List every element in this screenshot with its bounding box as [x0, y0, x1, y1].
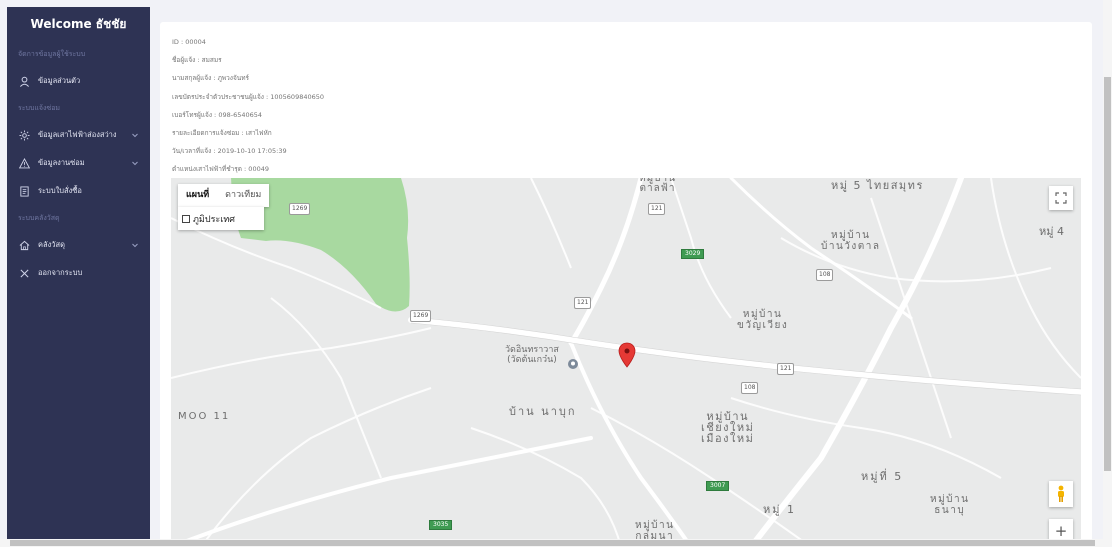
home-icon: [18, 239, 30, 251]
section-user-management: จัดการข้อมูลผู้ใช้ระบบ: [18, 50, 86, 58]
user-icon: [18, 75, 30, 87]
vertical-scrollbar[interactable]: [1103, 0, 1112, 547]
road-shield: 1269: [410, 310, 432, 322]
welcome-title: Welcome ธัชชัย: [30, 17, 127, 31]
temple-poi-icon: [568, 359, 578, 369]
close-icon: [18, 267, 30, 279]
reporter-phone: เบอร์โทรผู้แจ้ง : 098-6540654: [172, 110, 263, 119]
road-shield: 1269: [289, 203, 311, 215]
map-label-village-kwanwiang: หมู่บ้าน ขวัญเวียง: [737, 309, 789, 331]
sidebar-item-warehouse[interactable]: คลังวัสดุ: [7, 238, 150, 252]
horizontal-scrollbar[interactable]: [0, 539, 1103, 547]
sidebar-item-label: ข้อมูลเสาไฟฟ้าส่องสว่าง: [38, 130, 117, 139]
terrain-label: ภูมิประเทศ: [193, 214, 235, 225]
street-view-pegman[interactable]: [1049, 481, 1073, 507]
sidebar-item-label: ออกจากระบบ: [38, 268, 83, 277]
fullscreen-icon: [1055, 192, 1067, 204]
sidebar-item-profile[interactable]: ข้อมูลส่วนตัว: [7, 74, 150, 88]
map-type-control: แผนที่ ดาวเทียม: [178, 184, 270, 207]
chevron-down-icon: [131, 241, 139, 249]
map-label-ban-nabuk: บ้าน นาบุก: [509, 405, 577, 418]
chevron-down-icon: [131, 131, 139, 139]
map-label-village-thanabu: หมู่บ้าน ธนาบุ: [930, 494, 970, 516]
location-marker: [618, 342, 636, 368]
map-type-satellite-button[interactable]: ดาวเทียม: [217, 184, 269, 207]
pegman-icon: [1058, 485, 1064, 502]
sidebar-item-light-poles[interactable]: ข้อมูลเสาไฟฟ้าส่องสว่าง: [7, 128, 150, 142]
reporter-citizen-id: เลขบัตรประจำตัวประชาชนผู้แจ้ง : 10056098…: [172, 92, 325, 101]
vertical-scroll-thumb[interactable]: [1104, 77, 1111, 471]
repair-description: รายละเอียดการแจ้งซ่อม : เสาไฟหัก: [172, 128, 272, 137]
sidebar: Welcome ธัชชัย จัดการข้อมูลผู้ใช้ระบบ ข้…: [7, 7, 150, 539]
map-label-moo5-thaisamut: หมู่ 5 ไทยสมุทร: [831, 179, 924, 192]
reporter-name: ชื่อผู้แจ้ง : สมสมร: [172, 56, 222, 65]
sidebar-item-repair-jobs[interactable]: ข้อมูลงานซ่อม: [7, 156, 150, 170]
report-datetime: วัน/เวลาที่แจ้ง : 2019-10-10 17:05:39: [172, 147, 287, 156]
road-shield: 121: [648, 203, 666, 215]
road-shield: 108: [816, 269, 834, 281]
map-label-moo-thi-5: หมู่ที่ 5: [861, 470, 904, 483]
document-icon: [18, 185, 30, 197]
highway-shield: 3035: [429, 520, 453, 530]
horizontal-scroll-thumb[interactable]: [10, 540, 1095, 546]
fullscreen-button[interactable]: [1049, 186, 1073, 210]
map-type-map-button[interactable]: แผนที่: [178, 184, 217, 207]
map-label-moo1: หมู่ 1: [763, 503, 796, 516]
sidebar-item-logout[interactable]: ออกจากระบบ: [7, 266, 150, 280]
map-view[interactable]: หมู่บ้าน ตาลฟ้า หมู่ 5 ไทยสมุทร หมู่ 4 ห…: [171, 178, 1081, 547]
repair-info: ID : 00004 ชื่อผู้แจ้ง : สมสมร นามสกุลผู…: [172, 33, 324, 179]
map-label-moo4: หมู่ 4: [1039, 225, 1064, 238]
map-label-village-chiangmai-mueangmai: หมู่บ้าน เชียงใหม่ เมืองใหม่: [701, 410, 755, 445]
road-shield: 121: [574, 297, 592, 309]
reporter-surname: นามสกุลผู้แจ้ง : ภูพวงจันทร์: [172, 74, 249, 83]
sidebar-item-label: คลังวัสดุ: [38, 240, 65, 249]
section-material-stock: ระบบคลังวัสดุ: [18, 214, 60, 222]
sidebar-item-label: ข้อมูลส่วนตัว: [38, 76, 81, 85]
sidebar-item-purchase-orders[interactable]: ระบบใบสั่งซื้อ: [7, 184, 150, 198]
sidebar-item-label: ระบบใบสั่งซื้อ: [38, 186, 82, 195]
warning-icon: [18, 157, 30, 169]
terrain-toggle[interactable]: ภูมิประเทศ: [178, 207, 264, 230]
sidebar-item-label: ข้อมูลงานซ่อม: [38, 158, 85, 167]
chevron-down-icon: [131, 159, 139, 167]
repair-id: ID : 00004: [172, 38, 206, 46]
terrain-checkbox[interactable]: [182, 214, 190, 223]
map-label-village-tanfa: หมู่บ้าน ตาลฟ้า: [639, 178, 676, 194]
pole-position: ตำแหน่งเสาไฟฟ้าที่ชำรุด : 00049: [172, 165, 269, 174]
map-canvas[interactable]: [171, 178, 1081, 547]
map-label-village-wangtan: หมู่บ้าน บ้านวังตาล: [821, 230, 881, 252]
map-label-temple: วัดอินทราวาส (วัดต้นเกว๋น): [505, 345, 559, 365]
sun-icon: [18, 129, 30, 141]
map-label-moo11: MOO 11: [178, 411, 231, 422]
highway-shield: 3029: [681, 249, 705, 259]
highway-shield: 3007: [706, 481, 730, 491]
road-shield: 108: [741, 382, 759, 394]
section-repair: ระบบแจ้งซ่อม: [18, 104, 61, 112]
road-shield: 121: [777, 363, 795, 375]
